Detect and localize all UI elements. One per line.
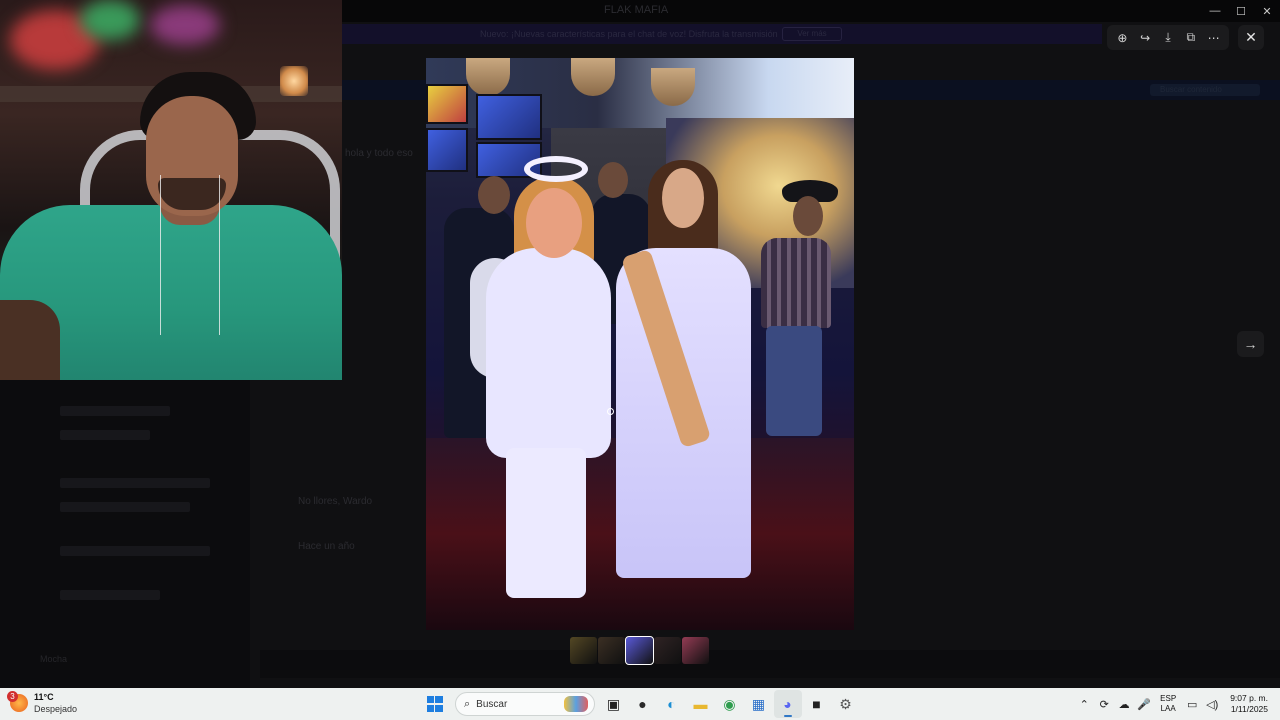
viewer-toolbar: ⊕ ↪ ⤓ ⧉ ⋯ bbox=[1107, 25, 1229, 50]
start-button[interactable] bbox=[421, 690, 449, 718]
window-close-button[interactable]: ✕ bbox=[1254, 0, 1280, 22]
volume-icon[interactable]: ◁) bbox=[1202, 698, 1222, 711]
task-view-icon[interactable]: ▣ bbox=[600, 690, 628, 718]
mouse-cursor bbox=[607, 408, 614, 415]
tv-screen bbox=[426, 128, 468, 172]
network-icon[interactable]: ▭ bbox=[1182, 698, 1202, 711]
maximize-button[interactable]: ☐ bbox=[1228, 0, 1254, 22]
webcam-overlay bbox=[0, 0, 342, 380]
onedrive-icon[interactable]: ☁ bbox=[1114, 698, 1134, 711]
windows-taskbar: 3 11°C Despejado ⌕ Buscar ▣ ● ◐ ▬ ◉ ▦ ◕ ■ ⚙ ⌃ ⟳ … bbox=[0, 688, 1280, 720]
woman-face bbox=[526, 188, 582, 258]
store-icon[interactable]: ▦ bbox=[745, 690, 773, 718]
channel-row bbox=[60, 502, 190, 512]
sync-icon[interactable]: ⟳ bbox=[1094, 698, 1114, 711]
user-name: Mocha bbox=[40, 654, 68, 664]
notice-banner-button: Ver más bbox=[782, 27, 842, 41]
discord-icon[interactable]: ◕ bbox=[773, 690, 802, 718]
background-person-head bbox=[793, 196, 823, 236]
file-explorer-icon[interactable]: ▬ bbox=[687, 690, 715, 718]
message-bar bbox=[260, 650, 1280, 678]
notice-banner-text: Nuevo: ¡Nuevas características para el c… bbox=[480, 29, 778, 39]
plaid-shirt bbox=[761, 238, 831, 328]
thumbnail-5[interactable] bbox=[682, 637, 709, 664]
keyboard-layout: LAA bbox=[1160, 704, 1176, 713]
windows-logo-icon bbox=[426, 696, 443, 712]
streamer-arm bbox=[0, 300, 60, 380]
open-external-icon[interactable]: ⧉ bbox=[1181, 28, 1201, 48]
halo bbox=[524, 156, 588, 182]
channel-row bbox=[60, 546, 210, 556]
chrome-icon[interactable]: ◉ bbox=[716, 690, 744, 718]
channel-row bbox=[60, 430, 150, 440]
screen: FLAK MAFIA Nuevo: ¡Nuevas característica… bbox=[0, 0, 1280, 720]
window-controls: — ☐ ✕ bbox=[1202, 0, 1280, 22]
settings-icon[interactable]: ⚙ bbox=[832, 690, 860, 718]
channel-row bbox=[60, 478, 210, 488]
weather-condition: Despejado bbox=[34, 704, 78, 714]
thumbnail-2[interactable] bbox=[598, 637, 625, 664]
close-viewer-button[interactable]: ✕ bbox=[1238, 25, 1264, 50]
app-title: FLAK MAFIA bbox=[604, 4, 669, 16]
show-hidden-icons-icon[interactable]: ⌃ bbox=[1074, 698, 1094, 711]
background-person-head bbox=[598, 162, 628, 198]
microphone-icon[interactable]: 🎤 bbox=[1134, 698, 1154, 711]
channel-row bbox=[60, 590, 160, 600]
weather-temperature: 11°C bbox=[34, 692, 54, 702]
thumbnail-strip bbox=[570, 636, 709, 665]
obs-icon[interactable]: ● bbox=[629, 690, 657, 718]
ambient-light bbox=[80, 0, 140, 40]
forward-icon[interactable]: ↪ bbox=[1135, 28, 1155, 48]
taskbar-search[interactable]: ⌕ Buscar bbox=[455, 692, 595, 716]
woman-outfit bbox=[486, 248, 611, 458]
tv-screen bbox=[426, 84, 468, 124]
chat-line: Hace un año bbox=[298, 541, 355, 552]
woman-pants bbox=[506, 448, 586, 598]
channel-row bbox=[60, 406, 170, 416]
notification-badge: 3 bbox=[7, 691, 18, 702]
lamp bbox=[280, 66, 308, 96]
channel-sidebar bbox=[0, 380, 250, 688]
background-search: Buscar contenido bbox=[1150, 84, 1260, 96]
language-indicator[interactable]: ESP LAA bbox=[1160, 694, 1176, 714]
search-highlight-icon bbox=[564, 696, 588, 712]
edge-icon[interactable]: ◐ bbox=[658, 690, 686, 718]
search-icon: ⌕ bbox=[464, 697, 471, 710]
thumbnail-3[interactable] bbox=[625, 636, 654, 665]
viewed-photo[interactable] bbox=[426, 58, 854, 630]
tv-screen bbox=[476, 94, 542, 140]
thumbnail-1[interactable] bbox=[570, 637, 597, 664]
zoom-in-icon[interactable]: ⊕ bbox=[1112, 28, 1132, 48]
background-person-head bbox=[478, 176, 510, 214]
ambient-light bbox=[150, 5, 220, 45]
next-image-button[interactable]: → bbox=[1237, 331, 1264, 357]
system-tray: ⌃ ⟳ ☁ 🎤 ESP LAA ▭ ◁) 9:07 p. m. 1/11/202… bbox=[1074, 688, 1272, 720]
weather-widget[interactable]: 3 11°C Despejado bbox=[7, 691, 78, 715]
chat-line: hola y todo eso bbox=[345, 148, 413, 159]
man-face bbox=[662, 168, 704, 228]
language-code: ESP bbox=[1160, 694, 1177, 703]
download-icon[interactable]: ⤓ bbox=[1158, 28, 1178, 48]
clock-date: 1/11/2025 bbox=[1230, 704, 1268, 714]
earphone-cord bbox=[160, 175, 220, 335]
taskbar-apps: ⌕ Buscar ▣ ● ◐ ▬ ◉ ▦ ◕ ■ ⚙ bbox=[420, 688, 860, 720]
weather-sun-icon: 3 bbox=[7, 691, 28, 712]
thumbnail-4[interactable] bbox=[654, 637, 681, 664]
more-options-icon[interactable]: ⋯ bbox=[1204, 28, 1224, 48]
epic-games-icon[interactable]: ■ bbox=[803, 690, 831, 718]
search-label: Buscar bbox=[476, 698, 508, 710]
chat-line: No llores, Wardo bbox=[298, 496, 373, 507]
clock[interactable]: 9:07 p. m. 1/11/2025 bbox=[1230, 693, 1268, 715]
minimize-button[interactable]: — bbox=[1202, 0, 1228, 22]
jeans bbox=[766, 326, 822, 436]
clock-time: 9:07 p. m. bbox=[1230, 693, 1268, 703]
